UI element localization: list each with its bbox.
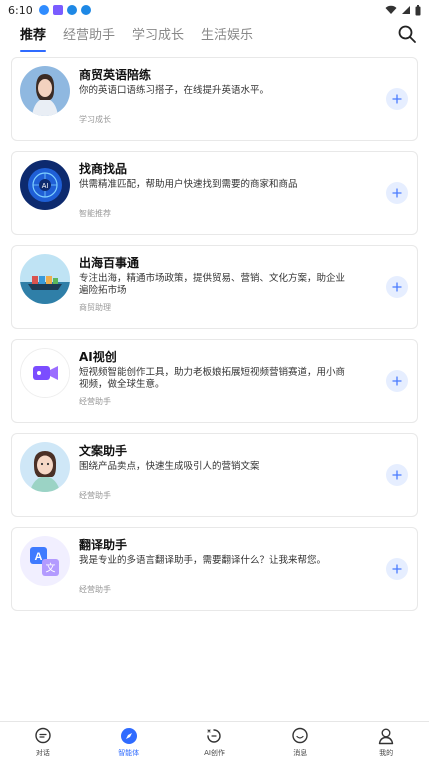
agent-category-tag: 经营助手 <box>79 491 111 500</box>
svg-text:AI: AI <box>42 183 49 190</box>
plus-icon <box>392 282 402 292</box>
nav-agents[interactable]: 智能体 <box>86 722 172 763</box>
profile-icon <box>378 728 394 745</box>
agent-title: 找商找品 <box>79 162 128 176</box>
svg-text:文: 文 <box>46 562 56 575</box>
agent-card[interactable]: 商贸英语陪练 你的英语口语练习搭子，在线提升英语水平。 学习成长 <box>11 57 418 141</box>
search-icon[interactable] <box>397 24 417 44</box>
agent-title: AI视创 <box>79 350 117 364</box>
add-agent-button[interactable] <box>386 558 408 580</box>
agent-card[interactable]: AI视创 短视频智能创作工具，助力老板娘拓展短视频营销赛道，用小商视频，做全球生… <box>11 339 418 423</box>
app-icon <box>52 5 63 15</box>
category-tabs: 推荐 经营助手 学习成长 生活娱乐 <box>0 20 429 52</box>
agent-description: 你的英语口语练习搭子，在线提升英语水平。 <box>79 85 270 96</box>
nav-profile[interactable]: 我的 <box>343 722 429 763</box>
download-icon <box>66 5 77 15</box>
nav-ai-create[interactable]: AI创作 <box>172 722 258 763</box>
translate-avatar: A 文 <box>20 536 70 586</box>
agent-category-tag: 经营助手 <box>79 397 111 406</box>
agent-category-tag: 商贸助理 <box>79 303 111 312</box>
agent-description: 专注出海，精通市场政策，提供贸易、营销、文化方案，助企业遍险拓市场 <box>79 273 346 296</box>
agent-category-tag: 智能推荐 <box>79 209 111 218</box>
nav-messages[interactable]: 消息 <box>257 722 343 763</box>
ai-globe-avatar: AI <box>20 160 70 210</box>
woman-portrait-avatar <box>20 66 70 116</box>
agent-description: 短视频智能创作工具，助力老板娘拓展短视频营销赛道，用小商视频，做全球生意。 <box>79 367 346 390</box>
add-agent-button[interactable] <box>386 88 408 110</box>
add-agent-button[interactable] <box>386 370 408 392</box>
agent-title: 商贸英语陪练 <box>79 68 152 82</box>
agent-card[interactable]: A 文 翻译助手 我是专业的多语言翻译助手，需要翻译什么？让我来帮您。 经营助手 <box>11 527 418 611</box>
agent-title: 出海百事通 <box>79 256 140 270</box>
agent-title: 文案助手 <box>79 444 128 458</box>
battery-icon <box>415 4 421 15</box>
cartoon-woman-avatar <box>20 442 70 492</box>
plus-icon <box>392 94 402 104</box>
nav-label: 智能体 <box>118 749 140 757</box>
nav-label: AI创作 <box>204 749 225 757</box>
agent-card[interactable]: 出海百事通 专注出海，精通市场政策，提供贸易、营销、文化方案，助企业遍险拓市场 … <box>11 245 418 329</box>
chat-icon <box>35 727 51 744</box>
plus-icon <box>392 376 402 386</box>
nav-label: 我的 <box>379 749 394 757</box>
plus-icon <box>392 564 402 574</box>
video-camera-avatar <box>20 348 70 398</box>
agent-category-tag: 经营助手 <box>79 585 111 594</box>
nav-chat[interactable]: 对话 <box>0 722 86 763</box>
nav-label: 对话 <box>35 749 50 757</box>
add-agent-button[interactable] <box>386 276 408 298</box>
agent-description: 围绕产品卖点，快速生成吸引人的营销文案 <box>79 461 260 472</box>
signal-icon <box>402 6 410 14</box>
add-agent-button[interactable] <box>386 464 408 486</box>
agent-category-tag: 学习成长 <box>79 115 111 124</box>
status-time: 6:10 <box>8 3 33 17</box>
tab-learning-growth[interactable]: 学习成长 <box>132 23 184 49</box>
tab-recommend[interactable]: 推荐 <box>20 23 47 52</box>
status-right <box>385 4 421 16</box>
message-icon <box>292 727 308 744</box>
agent-description: 供需精准匹配，帮助用户快速找到需要的商家和商品 <box>79 179 298 190</box>
tab-business-assistant[interactable]: 经营助手 <box>63 23 115 49</box>
agent-card[interactable]: 文案助手 围绕产品卖点，快速生成吸引人的营销文案 经营助手 <box>11 433 418 517</box>
status-bar: 6:10 <box>0 0 429 20</box>
agent-list: 商贸英语陪练 你的英语口语练习搭子，在线提升英语水平。 学习成长 AI 找商找品… <box>11 57 418 621</box>
ai-create-icon <box>207 729 222 743</box>
mail-icon <box>80 5 91 15</box>
cargo-ship-avatar <box>20 254 70 304</box>
plus-icon <box>392 470 402 480</box>
agent-card[interactable]: AI 找商找品 供需精准匹配，帮助用户快速找到需要的商家和商品 智能推荐 <box>11 151 418 235</box>
plus-icon <box>392 188 402 198</box>
tab-life-entertainment[interactable]: 生活娱乐 <box>201 23 253 49</box>
bottom-navigation: 对话 智能体 AI创作 消息 我的 <box>0 721 429 763</box>
wifi-icon <box>385 5 397 14</box>
agent-description: 我是专业的多语言翻译助手，需要翻译什么？让我来帮您。 <box>79 555 327 566</box>
compass-icon <box>120 728 137 744</box>
add-agent-button[interactable] <box>386 182 408 204</box>
notification-icon <box>38 5 49 15</box>
nav-label: 消息 <box>293 749 308 757</box>
agent-title: 翻译助手 <box>79 538 128 552</box>
svg-text:A: A <box>35 551 43 563</box>
